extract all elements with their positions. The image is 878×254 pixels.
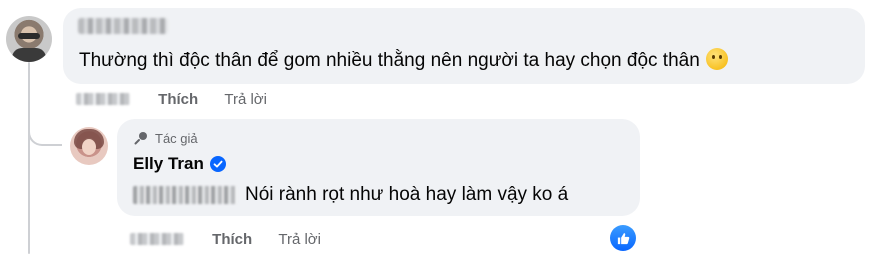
thread-connector [28, 118, 62, 146]
author-badge-label: Tác giả [155, 130, 198, 146]
reply-author-name[interactable]: Elly Tran [133, 154, 226, 174]
avatar[interactable] [6, 16, 52, 62]
mention-blurred[interactable] [133, 186, 237, 204]
reply-avatar[interactable] [70, 127, 108, 165]
thumbs-up-icon [617, 232, 629, 244]
verified-badge-icon [209, 156, 226, 172]
reply-text-row: Nói rành rọt như hoà hay làm vậy ko á [133, 183, 568, 207]
thread-line [28, 62, 30, 254]
comment-text: Thường thì độc thân để gom nhiều thằng n… [79, 48, 728, 73]
comment-timestamp-blurred[interactable] [76, 93, 130, 105]
like-button[interactable]: Thích [158, 91, 198, 108]
reply-reply-button[interactable]: Trả lời [278, 231, 321, 248]
reply-actions: Thích Trả lời [130, 231, 321, 248]
thinking-face-icon [705, 48, 728, 70]
comment-actions: Thích Trả lời [76, 91, 267, 108]
like-reaction-badge[interactable] [610, 225, 636, 251]
comment-bubble: Thường thì độc thân để gom nhiều thằng n… [63, 8, 865, 84]
reply-button[interactable]: Trả lời [224, 91, 267, 108]
reply-bubble: Tác giả Elly Tran Nói rành rọt như hoà h… [117, 119, 640, 216]
reply-timestamp-blurred[interactable] [130, 233, 184, 245]
microphone-icon [134, 132, 147, 145]
comment-text-body: Thường thì độc thân để gom nhiều thằng n… [79, 50, 700, 71]
reply-author-name-text: Elly Tran [133, 154, 204, 173]
author-badge: Tác giả [133, 130, 198, 146]
reply-text: Nói rành rọt như hoà hay làm vậy ko á [245, 184, 569, 205]
reply-like-button[interactable]: Thích [212, 231, 252, 248]
commenter-name-blurred[interactable] [78, 18, 168, 34]
